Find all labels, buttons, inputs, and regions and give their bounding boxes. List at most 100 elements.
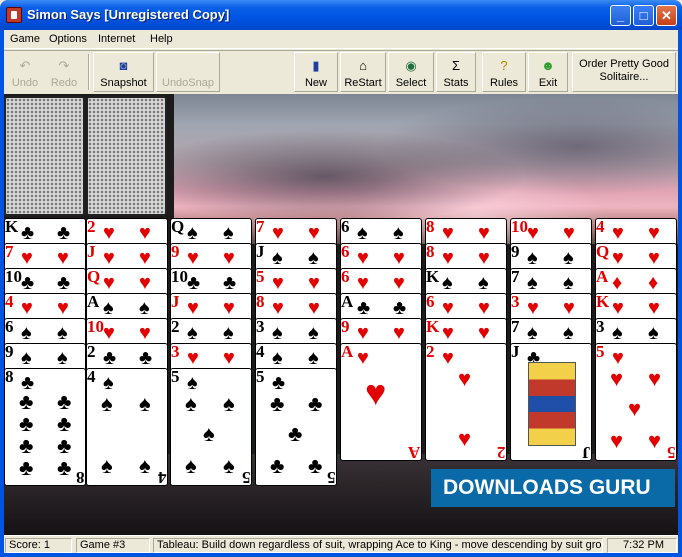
card-suit-icon: ♥: [357, 347, 369, 369]
card-pip-icon: ♥: [458, 426, 472, 451]
card-suit-icon: ♣: [357, 297, 371, 319]
close-button[interactable]: ✕: [656, 5, 677, 26]
playing-card[interactable]: 5 ♣ ♣ ♣ ♣ ♣ ♣ 5: [255, 368, 337, 486]
card-rank: 8: [5, 368, 14, 386]
card-suit-icon: ♠: [308, 247, 319, 269]
menu-help[interactable]: Help: [150, 33, 173, 45]
order-button[interactable]: Order Pretty Good Solitaire...: [572, 52, 676, 92]
redo-button[interactable]: ↷ Redo: [45, 52, 83, 92]
exit-button[interactable]: ☻ Exit: [528, 52, 568, 92]
card-rank: K: [426, 268, 440, 286]
card-rank: 3: [256, 318, 265, 336]
rules-button[interactable]: ? Rules: [482, 52, 526, 92]
game-number-field: Game #3: [76, 538, 150, 553]
toolbar-separator: [88, 54, 90, 90]
card-pip-icon: ♥: [628, 396, 642, 421]
card-suit-icon: ♠: [393, 222, 404, 244]
card-suit-icon: ♣: [21, 222, 35, 244]
card-suit-icon: ♥: [272, 272, 284, 294]
card-pip-icon: ♣: [19, 433, 34, 458]
playing-card[interactable]: 5 ♥ ♥ ♥ ♥ ♥ ♥ 5: [595, 343, 677, 461]
playing-card[interactable]: 8 ♣ ♣ ♣ ♣ ♣ ♣ ♣ ♣ ♣ 8: [4, 368, 86, 486]
card-suit-icon: ♥: [272, 297, 284, 319]
playing-card[interactable]: 5 ♠ ♠ ♠ ♠ ♠ ♠ 5: [170, 368, 252, 486]
card-suit-icon: ♠: [527, 247, 538, 269]
card-suit-icon: ♣: [272, 372, 286, 394]
minimize-button[interactable]: _: [610, 5, 631, 26]
undo-button[interactable]: ↶ Undo: [6, 52, 44, 92]
card-suit-icon: ♥: [139, 247, 151, 269]
restart-button[interactable]: ⌂ ReStart: [340, 52, 386, 92]
app-window: Simon Says [Unregistered Copy] _ □ ✕ Gam…: [0, 0, 682, 557]
playing-card[interactable]: A ♥ ♥ A: [340, 343, 422, 461]
menu-options[interactable]: Options: [49, 33, 87, 45]
card-suit-icon: ♥: [21, 297, 33, 319]
card-rank: 4: [596, 218, 605, 236]
playing-card[interactable]: J ♣ J: [510, 343, 592, 461]
snapshot-button[interactable]: ◙ Snapshot: [93, 52, 154, 92]
card-suit-icon: ♥: [308, 222, 320, 244]
window-title: Simon Says [Unregistered Copy]: [27, 7, 230, 22]
card-suit-icon: ♠: [563, 247, 574, 269]
undo-icon: ↶: [19, 58, 31, 73]
playing-card[interactable]: 4 ♠ ♠ ♠ ♠ ♠ 4: [86, 368, 168, 486]
card-suit-icon: ♥: [478, 322, 490, 344]
card-suit-icon: ♥: [223, 347, 235, 369]
card-suit-icon: ♥: [103, 322, 115, 344]
deck-icon: ▮: [312, 58, 320, 73]
card-suit-icon: ♥: [442, 347, 454, 369]
playing-card[interactable]: 2 ♥ ♥ ♥ 2: [425, 343, 507, 461]
card-rank: A: [87, 293, 100, 311]
card-suit-icon: ♠: [21, 322, 32, 344]
card-suit-icon: ♥: [648, 297, 660, 319]
card-rank: 2: [87, 218, 96, 236]
card-rank: A: [341, 343, 354, 361]
app-icon: [6, 7, 22, 23]
card-rank: 5: [596, 343, 605, 361]
waste-pile[interactable]: [86, 96, 167, 216]
camera-icon: ◙: [119, 58, 128, 73]
card-pip-icon: ♣: [57, 455, 72, 480]
card-suit-icon: ♠: [272, 322, 283, 344]
card-suit-icon: ♦: [648, 272, 659, 294]
menu-game[interactable]: Game: [10, 33, 40, 45]
maximize-button[interactable]: □: [633, 5, 654, 26]
card-rank: 5: [256, 368, 265, 386]
card-suit-icon: ♥: [612, 222, 624, 244]
card-suit-icon: ♥: [563, 222, 575, 244]
card-rank: K: [426, 318, 440, 336]
card-rank: 9: [511, 243, 520, 261]
card-suit-icon: ♥: [478, 247, 490, 269]
card-suit-icon: ♥: [139, 322, 151, 344]
card-pip-icon: ♣: [19, 455, 34, 480]
card-suit-icon: ♠: [103, 297, 114, 319]
card-rank: 2: [426, 343, 435, 361]
menu-internet[interactable]: Internet: [98, 33, 135, 45]
card-rank: J: [87, 243, 96, 261]
card-suit-icon: ♣: [187, 272, 201, 294]
card-rank: 6: [426, 293, 435, 311]
card-suit-icon: ♥: [187, 247, 199, 269]
card-suit-icon: ♥: [648, 247, 660, 269]
card-suit-icon: ♥: [103, 222, 115, 244]
stock-pile[interactable]: [4, 96, 85, 216]
card-suit-icon: ♠: [187, 222, 198, 244]
card-suit-icon: ♣: [139, 347, 153, 369]
clock-field: 7:32 PM: [607, 538, 677, 553]
title-bar[interactable]: Simon Says [Unregistered Copy] _ □ ✕: [0, 0, 682, 30]
new-button[interactable]: ▮ New: [294, 52, 338, 92]
card-rank: 3: [596, 318, 605, 336]
card-suit-icon: ♥: [442, 222, 454, 244]
card-suit-icon: ♥: [57, 247, 69, 269]
card-suit-icon: ♥: [357, 272, 369, 294]
card-rank-bottom: 5: [326, 468, 336, 486]
card-suit-icon: ♣: [57, 222, 71, 244]
card-suit-icon: ♥: [393, 272, 405, 294]
stats-button[interactable]: Σ Stats: [436, 52, 476, 92]
undosnap-button[interactable]: UndoSnap: [156, 52, 220, 92]
card-pip-icon: ♠: [101, 391, 113, 416]
undosnap-icon: [157, 57, 219, 74]
card-rank: 9: [341, 318, 350, 336]
card-pip-icon: ♥: [648, 428, 662, 453]
select-button[interactable]: ◉ Select: [388, 52, 434, 92]
